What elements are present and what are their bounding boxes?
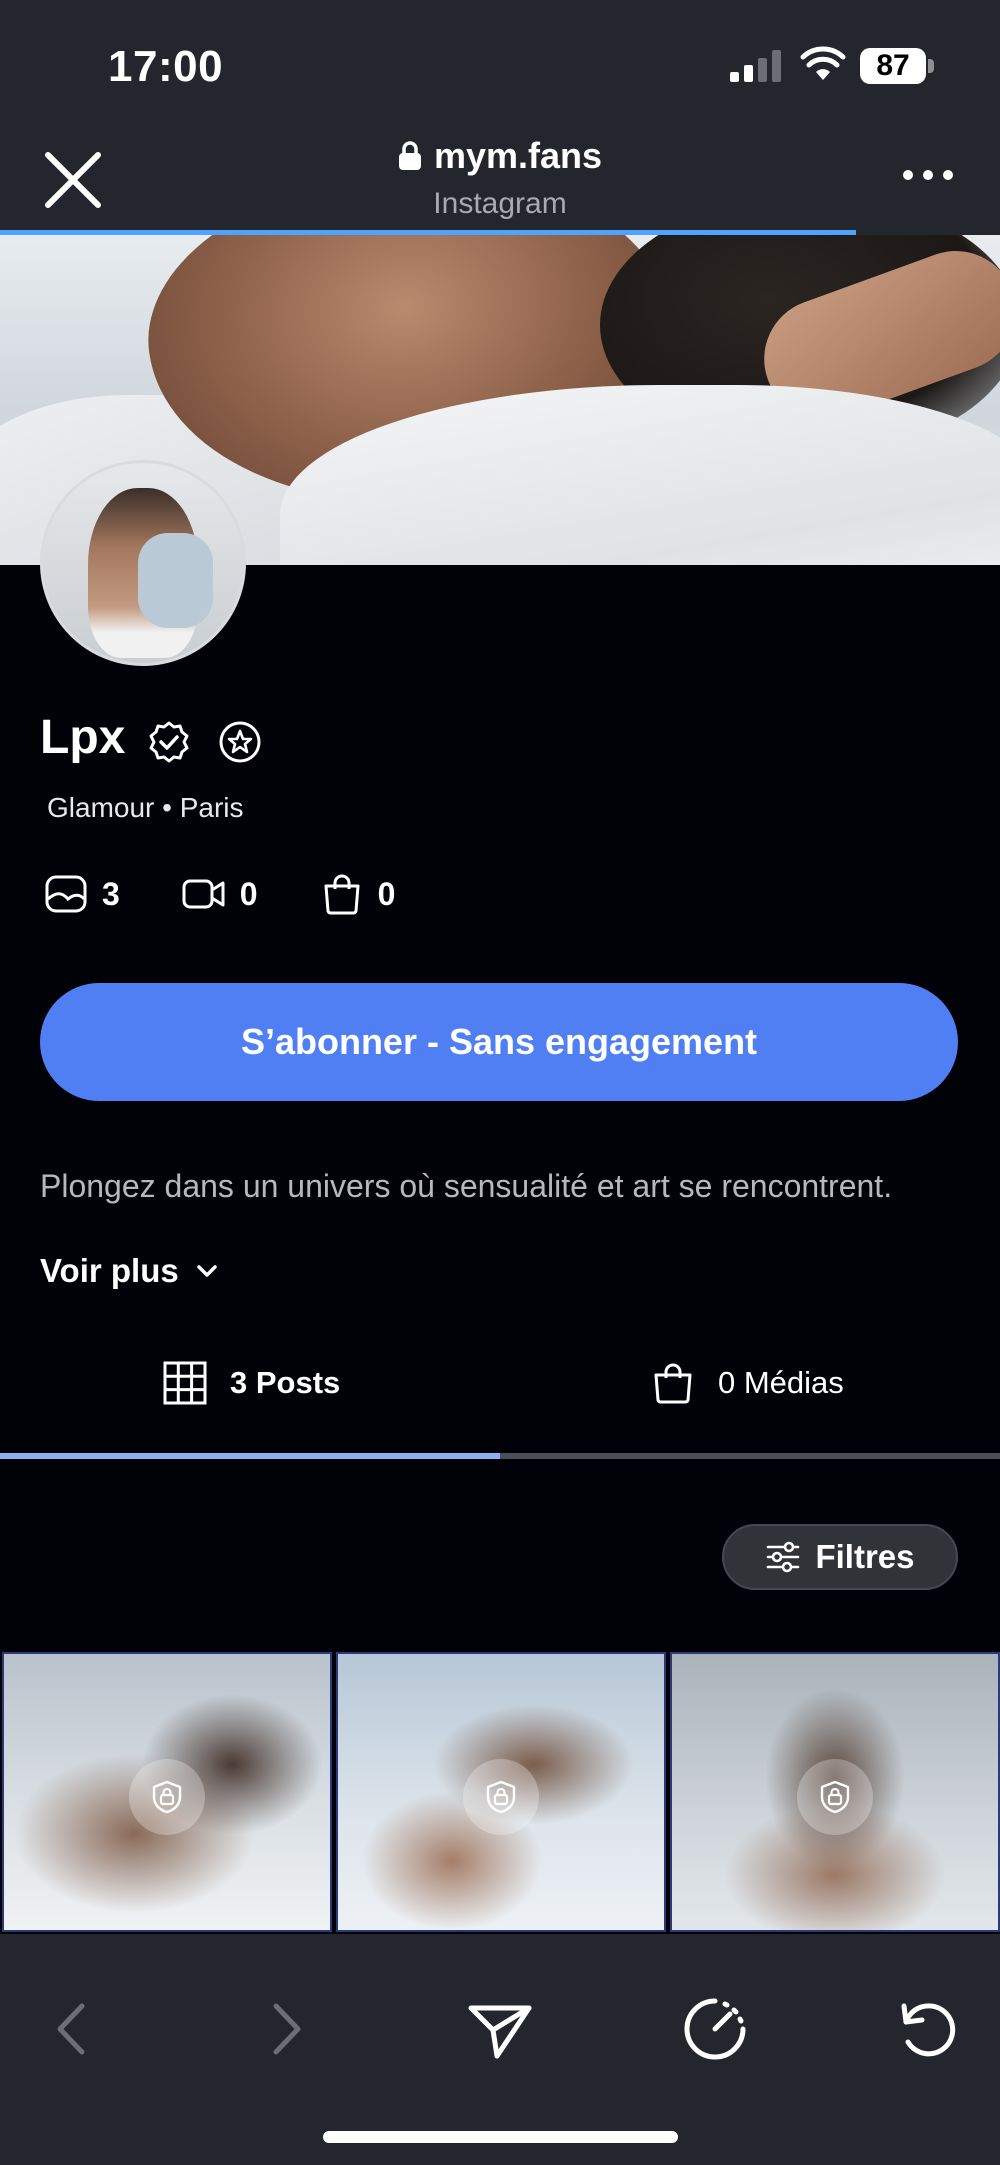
locked-badge (129, 1759, 205, 1835)
more-options-icon[interactable] (900, 160, 956, 190)
avatar[interactable] (40, 460, 246, 666)
see-more-label: Voir plus (40, 1252, 179, 1289)
reload-icon[interactable] (892, 1994, 962, 2064)
shopping-bag-icon (324, 874, 360, 915)
tab-indicator-track (0, 1453, 1000, 1459)
lock-shield-icon (486, 1780, 516, 1814)
battery-indicator: 87 (860, 48, 934, 84)
post-thumbnail[interactable] (2, 1652, 332, 1932)
forward-arrow-icon[interactable] (252, 1994, 322, 2064)
speedometer-icon[interactable] (680, 1994, 750, 2064)
home-indicator[interactable] (323, 2131, 678, 2143)
see-more-button[interactable]: Voir plus (40, 1252, 221, 1290)
post-thumbnail[interactable] (670, 1652, 1000, 1932)
profile-bio: Plongez dans un univers où sensualité et… (40, 1168, 893, 1204)
locked-badge (463, 1759, 539, 1835)
tab-indicator-active (0, 1453, 500, 1459)
tab-medias-label: 0 Médias (718, 1365, 844, 1400)
filters-label: Filtres (815, 1538, 915, 1575)
browser-toolbar (0, 1934, 1000, 2165)
url-text: mym.fans (433, 135, 603, 176)
stat-videos: 0 (182, 872, 258, 916)
grid-icon (163, 1361, 207, 1405)
cellular-signal-icon (730, 50, 781, 82)
shopping-bag-icon (654, 1363, 692, 1404)
filters-button[interactable]: Filtres (722, 1524, 958, 1590)
post-thumbnail[interactable] (336, 1652, 666, 1932)
profile-category: Glamour • Paris (47, 792, 244, 823)
stat-photos-count: 3 (102, 875, 120, 912)
tab-medias[interactable]: 0 Médias (650, 1360, 844, 1406)
browser-header: 17:00 87 mym.fans Instagram (0, 0, 1000, 235)
close-icon[interactable] (38, 145, 108, 215)
url-subtitle: Instagram (433, 187, 567, 220)
lock-shield-icon (820, 1780, 850, 1814)
send-icon[interactable] (465, 1994, 535, 2064)
stat-videos-count: 0 (239, 875, 258, 912)
locked-badge (797, 1759, 873, 1835)
wifi-icon (800, 46, 846, 80)
status-time: 17:00 (108, 42, 224, 91)
lock-icon (398, 141, 421, 170)
stat-medias-count: 0 (377, 875, 396, 912)
sliders-icon (767, 1541, 800, 1573)
stat-photos: 3 (44, 872, 120, 916)
video-camera-icon (182, 879, 225, 909)
bio-fade (0, 1222, 1000, 1242)
star-badge-icon (219, 721, 261, 763)
verified-badge-icon (149, 721, 189, 763)
battery-level: 87 (860, 48, 926, 84)
url-bar[interactable]: mym.fans Instagram (300, 135, 700, 221)
profile-stats: 3 0 0 (44, 872, 457, 916)
profile-name: Lpx (40, 711, 126, 764)
subscribe-button[interactable]: S’abonner - Sans engagement (40, 983, 958, 1101)
lock-shield-icon (152, 1780, 182, 1814)
photo-icon (45, 875, 87, 913)
stat-medias: 0 (320, 872, 396, 916)
chevron-down-icon (197, 1265, 217, 1277)
tab-posts[interactable]: 3 Posts (162, 1360, 340, 1406)
tab-posts-label: 3 Posts (230, 1365, 341, 1400)
back-arrow-icon[interactable] (36, 1994, 106, 2064)
